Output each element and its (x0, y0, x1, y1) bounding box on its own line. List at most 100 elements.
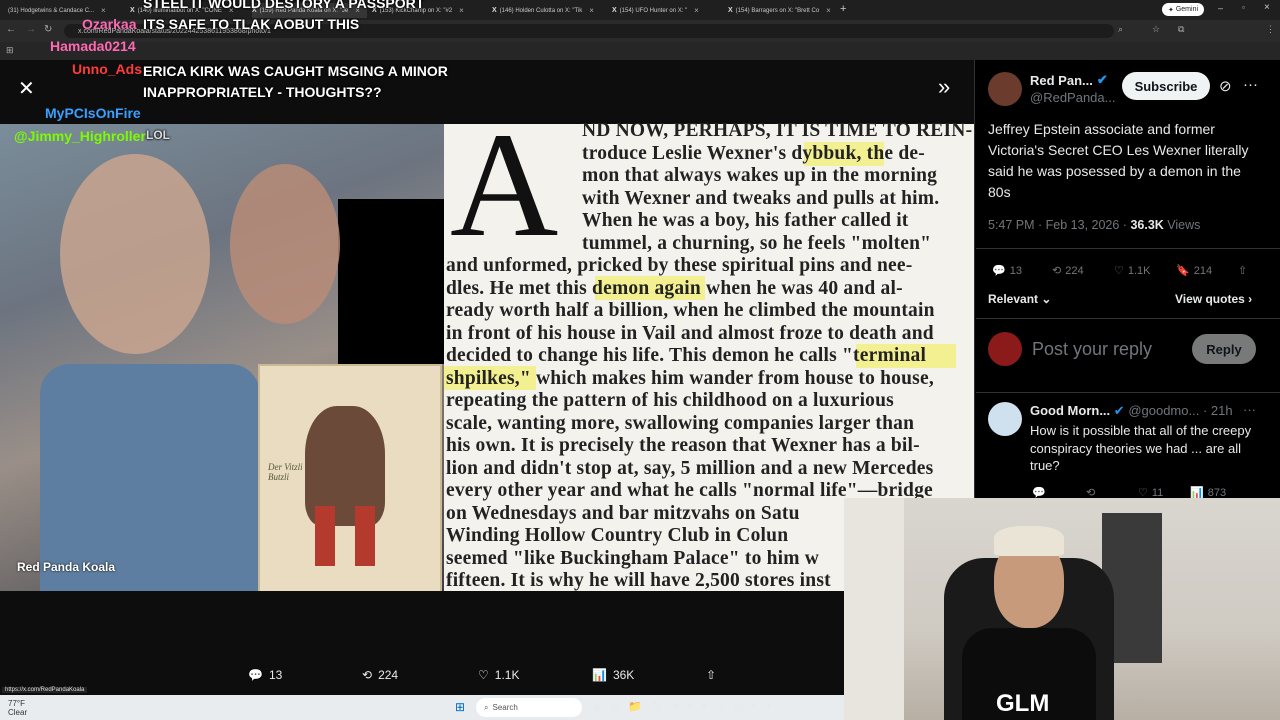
author-handle[interactable]: @RedPanda... (1030, 90, 1115, 105)
viewer-repost-stat[interactable]: ⟲ 224 (362, 668, 398, 682)
relevant-label: Relevant (988, 292, 1039, 306)
app-icon[interactable]: ● (766, 700, 773, 713)
store-icon[interactable]: 🛍 (650, 700, 664, 713)
task-view-icon[interactable]: ▣ (592, 700, 602, 713)
windows-start-icon[interactable]: ⊞ (455, 700, 465, 714)
chat-username: MyPCIsOnFire (45, 105, 141, 121)
new-tab-button[interactable]: + (840, 3, 846, 15)
forward-icon[interactable]: → (26, 24, 36, 35)
like-action[interactable]: ♡ 1.1K (1114, 264, 1151, 278)
grok-icon[interactable]: ⊘ (1219, 77, 1232, 95)
viewer-reply-stat[interactable]: 💬 13 (248, 668, 282, 682)
search-icon: ⌕ (484, 702, 489, 712)
views-label: Views (1167, 218, 1201, 232)
chat-message: LOL (146, 128, 170, 142)
relevant-dropdown[interactable]: Relevant ⌄ (988, 292, 1051, 306)
reply-author-handle[interactable]: @goodmo... (1128, 403, 1199, 418)
repost-action[interactable]: ⟲ 224 (1052, 264, 1084, 278)
document-line: dles. He met this demon again when he wa… (446, 277, 903, 299)
bookmark-count: 214 (1193, 264, 1213, 277)
view-quotes-label: View quotes (1175, 292, 1245, 306)
sweater (40, 364, 260, 591)
app-icon[interactable]: ● (686, 700, 693, 713)
bookmark-action[interactable]: 🔖 214 (1176, 264, 1213, 278)
maximize-icon[interactable]: ▫ (1242, 3, 1245, 12)
repost-icon: ⟲ (1052, 265, 1062, 277)
reply-time[interactable]: · 21h (1203, 403, 1233, 418)
copilot-icon[interactable]: ◉ (610, 700, 620, 713)
viewer-share-stat[interactable]: ⇧ (706, 668, 716, 682)
expand-sidebar-icon[interactable]: » (938, 74, 950, 100)
repost-count: 224 (1065, 264, 1084, 277)
divider (976, 248, 1280, 249)
reload-icon[interactable]: ↻ (44, 24, 52, 35)
taskbar-search[interactable]: ⌕ Search (476, 698, 582, 717)
steam-icon[interactable]: ◎ (716, 700, 726, 713)
chat-username: Unno_Ads (72, 61, 142, 77)
browser-menu-icon[interactable]: ⋮ (1266, 24, 1275, 35)
divider (976, 392, 1280, 393)
chevron-right-icon: › (1248, 292, 1253, 306)
minimize-icon[interactable]: – (1218, 3, 1223, 13)
browser-tab[interactable]: X (146) Holden Culotta on X: "Tik × (492, 3, 607, 18)
face-left (60, 154, 210, 354)
reply-button[interactable]: Reply (1192, 334, 1256, 364)
discord-icon[interactable]: ◍ (733, 700, 743, 713)
reply-author-name[interactable]: Good Morn... (1030, 403, 1110, 418)
browser-tab[interactable]: X (154) Barragers on X: "Brett Co × (728, 3, 836, 18)
back-icon[interactable]: ← (6, 24, 16, 35)
tweet-time[interactable]: 5:47 PM · Feb 13, 2026 · (988, 218, 1127, 232)
app-icon[interactable]: ● (672, 700, 679, 713)
viewer-like-stat[interactable]: ♡ 1.1K (478, 668, 519, 682)
weather-temp: 77°F (8, 699, 25, 708)
chat-username: @Jimmy_Highroller (14, 128, 146, 144)
more-options-icon[interactable]: ··· (1243, 402, 1256, 417)
app-icon[interactable]: ● (701, 700, 708, 713)
close-icon[interactable]: × (101, 6, 106, 15)
heart-icon: ♡ (478, 668, 489, 682)
weather-desc: Clear (8, 708, 28, 717)
view-quotes-link[interactable]: View quotes › (1175, 292, 1252, 306)
apps-grid-icon[interactable]: ⊞ (6, 45, 14, 56)
extensions-icon[interactable]: ⧉ (1178, 24, 1184, 35)
document-line: repeating the pattern of his childhood o… (446, 390, 894, 411)
gemini-button[interactable]: ✦ Gemini (1162, 3, 1204, 16)
tab-title: (154) UFO Hunter on X: " (619, 7, 688, 14)
bookmark-star-icon[interactable]: ☆ (1152, 24, 1160, 35)
avatar[interactable] (988, 72, 1022, 106)
viewer-views-stat[interactable]: 📊 36K (592, 668, 634, 682)
zoom-icon[interactable]: ⌕ (1118, 24, 1123, 35)
explorer-icon[interactable]: 📁 (628, 700, 642, 713)
my-avatar[interactable] (988, 332, 1022, 366)
tweet-text: Jeffrey Epstein associate and former Vic… (988, 121, 1249, 200)
demon-leg (355, 506, 375, 566)
more-options-icon[interactable]: ··· (1243, 76, 1258, 93)
browser-tab[interactable]: X (154) UFO Hunter on X: " × (612, 3, 722, 18)
reply-view-count: 873 (1207, 486, 1227, 499)
close-icon[interactable]: × (694, 6, 699, 15)
window-close-icon[interactable]: × (1264, 2, 1270, 13)
author-name[interactable]: Red Pan... ✔ (1030, 72, 1108, 88)
chat-username: Hamada0214 (50, 38, 136, 54)
viewer-like-count: 1.1K (494, 668, 520, 682)
weather-widget[interactable]: 77°F Clear (8, 699, 27, 717)
close-viewer-icon[interactable]: ✕ (18, 76, 35, 101)
share-icon: ⇧ (706, 668, 717, 682)
subscribe-label: Subscribe (1134, 78, 1198, 94)
demon-leg (315, 506, 335, 566)
close-icon[interactable]: × (826, 6, 831, 15)
reply-avatar[interactable] (988, 402, 1022, 436)
reply-input[interactable]: Post your reply (1032, 339, 1152, 360)
reply-action[interactable]: 💬 13 (992, 264, 1022, 278)
streamer-hair (994, 526, 1064, 556)
chrome-icon[interactable]: ◐ (751, 700, 758, 713)
reply-text: How is it possible that all of the creep… (1030, 423, 1252, 473)
close-icon[interactable]: × (589, 6, 594, 15)
close-icon[interactable]: × (459, 6, 464, 15)
x-logo-icon: X (492, 7, 497, 14)
share-icon: ⇧ (1238, 265, 1248, 277)
gemini-label: Gemini (1175, 6, 1199, 13)
share-action[interactable]: ⇧ (1238, 264, 1247, 277)
tweet-view-count: 36.3K (1130, 218, 1164, 232)
subscribe-button[interactable]: Subscribe (1122, 72, 1210, 100)
